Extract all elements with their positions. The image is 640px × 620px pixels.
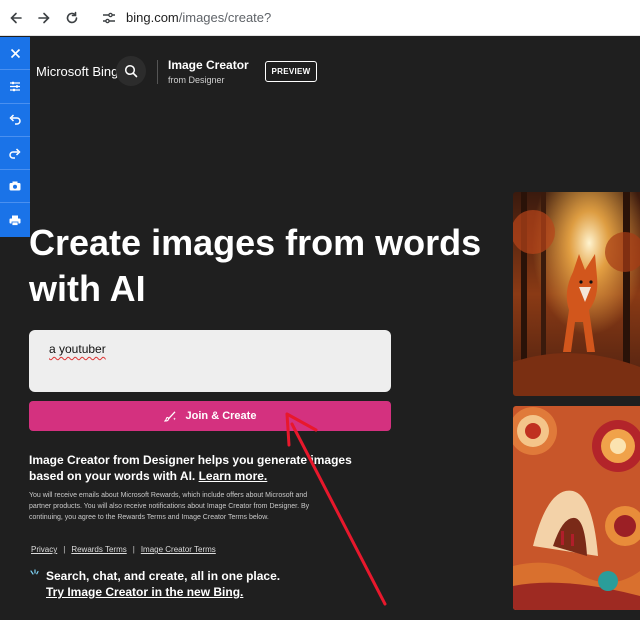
url-host: bing.com bbox=[126, 10, 179, 25]
toolbar-undo-button[interactable] bbox=[0, 104, 30, 137]
toolbar-redo-button[interactable] bbox=[0, 137, 30, 171]
preview-badge: PREVIEW bbox=[265, 61, 317, 82]
header-divider bbox=[157, 60, 158, 84]
sliders-icon bbox=[10, 81, 20, 92]
prompt-input-value: a youtuber bbox=[49, 342, 106, 356]
reload-icon bbox=[66, 11, 78, 23]
page-headline: Create images from words with AI bbox=[29, 222, 482, 309]
bing-logo[interactable]: Microsoft Bing bbox=[16, 64, 118, 79]
product-title: Image Creator bbox=[168, 58, 249, 72]
join-and-create-label: Join & Create bbox=[185, 410, 257, 422]
example-image-fox[interactable] bbox=[513, 192, 640, 396]
redo-icon bbox=[9, 148, 21, 159]
camera-icon bbox=[9, 181, 21, 191]
site-header: Microsoft Bing Image Creator from Design… bbox=[0, 52, 640, 92]
toolbar-settings-button[interactable] bbox=[0, 70, 30, 104]
search-icon bbox=[124, 64, 138, 78]
toolbar-capture-button[interactable] bbox=[0, 170, 30, 204]
try-new-bing-link[interactable]: Try Image Creator in the new Bing. bbox=[46, 584, 280, 600]
link-separator: | bbox=[63, 545, 66, 554]
search-button[interactable] bbox=[116, 56, 146, 86]
example-image-paper-art[interactable] bbox=[513, 406, 640, 610]
toolbar-close-button[interactable] bbox=[0, 37, 30, 71]
description-text: Image Creator from Designer helps you ge… bbox=[29, 452, 379, 484]
privacy-link[interactable]: Privacy bbox=[31, 545, 57, 554]
legal-links: Privacy | Rewards Terms | Image Creator … bbox=[31, 545, 216, 554]
new-bing-promo: Search, chat, and create, all in one pla… bbox=[29, 568, 280, 600]
undo-icon bbox=[9, 114, 21, 125]
site-settings-icon[interactable] bbox=[100, 9, 118, 27]
sparkle-brush-icon bbox=[163, 409, 178, 423]
description-body: Image Creator from Designer helps you ge… bbox=[29, 453, 352, 483]
join-and-create-button[interactable]: Join & Create bbox=[29, 401, 391, 431]
sparkle-icon bbox=[30, 569, 39, 575]
print-icon bbox=[9, 215, 21, 226]
reload-button[interactable] bbox=[58, 4, 86, 32]
toolbar-print-button[interactable] bbox=[0, 203, 30, 236]
rewards-terms-link[interactable]: Rewards Terms bbox=[71, 545, 126, 554]
brand-name: Microsoft Bing bbox=[36, 64, 119, 79]
forward-button[interactable] bbox=[30, 4, 58, 32]
arrow-right-icon bbox=[38, 12, 50, 23]
back-button[interactable] bbox=[2, 4, 30, 32]
fine-print: You will receive emails about Microsoft … bbox=[29, 492, 310, 521]
arrow-left-icon bbox=[10, 12, 22, 23]
link-separator: | bbox=[132, 545, 135, 554]
prompt-input[interactable]: a youtuber bbox=[29, 330, 391, 392]
image-creator-terms-link[interactable]: Image Creator Terms bbox=[141, 545, 216, 554]
learn-more-link[interactable]: Learn more. bbox=[199, 469, 268, 483]
product-subtitle: from Designer bbox=[168, 75, 225, 85]
annotation-toolbar bbox=[0, 37, 30, 237]
browser-toolbar: bing.com/images/create? bbox=[0, 0, 640, 36]
address-bar[interactable]: bing.com/images/create? bbox=[100, 9, 271, 27]
url-path: /images/create? bbox=[178, 10, 272, 25]
close-icon bbox=[10, 48, 20, 58]
promo-line: Search, chat, and create, all in one pla… bbox=[46, 569, 281, 583]
